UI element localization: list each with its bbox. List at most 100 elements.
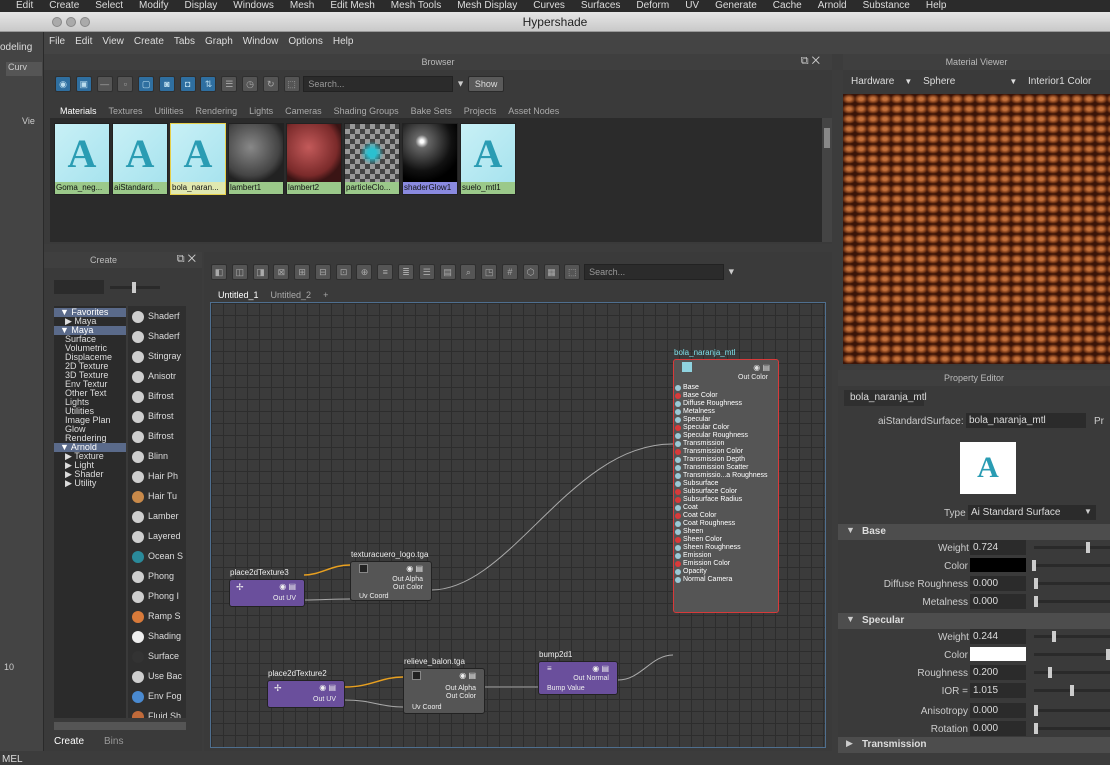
sort-name-icon[interactable]: ⇅ xyxy=(200,76,217,92)
output-connections-icon[interactable]: ◨ xyxy=(252,264,269,280)
create-h-scrollbar[interactable] xyxy=(54,722,186,730)
anisotropy-field[interactable]: 0.000 xyxy=(970,703,1026,718)
menu-create[interactable]: Create xyxy=(129,32,169,51)
create-node-item[interactable]: Ocean S xyxy=(128,546,186,566)
menu-help[interactable]: Help xyxy=(328,32,359,51)
tab-lights[interactable]: Lights xyxy=(243,104,279,118)
rotation-field[interactable]: 0.000 xyxy=(970,721,1026,736)
create-node-item[interactable]: Fluid Sh xyxy=(128,706,186,718)
node-search-input[interactable]: Search... xyxy=(584,264,725,280)
shader-input-port[interactable]: Subsurface xyxy=(674,480,778,488)
main-menu-item[interactable]: Windows xyxy=(233,0,274,11)
remove-selected-icon[interactable]: ⊟ xyxy=(314,264,331,280)
create-node-item[interactable]: Phong xyxy=(128,566,186,586)
main-menu-item[interactable]: Edit xyxy=(16,0,33,11)
ior-slider[interactable] xyxy=(1034,685,1110,696)
create-float-icon[interactable]: ⧉ ✕ xyxy=(177,253,196,266)
shader-input-port[interactable]: Diffuse Roughness xyxy=(674,400,778,408)
tab-bake-sets[interactable]: Bake Sets xyxy=(405,104,458,118)
metalness-field[interactable]: 0.000 xyxy=(970,594,1026,609)
transmission-expand-icon[interactable]: ▶ xyxy=(846,738,853,749)
node-place2dtexture2[interactable]: place2dTexture2 ✢ ◉ ▤ Out UV xyxy=(267,669,345,708)
tab-cameras[interactable]: Cameras xyxy=(279,104,328,118)
sort-time-icon[interactable]: ◷ xyxy=(242,76,259,92)
tab-materials[interactable]: Materials xyxy=(54,104,103,118)
shader-input-port[interactable]: Coat Color xyxy=(674,512,778,520)
main-menu-item[interactable]: Substance xyxy=(863,0,910,11)
material-swatch[interactable]: A Goma_neg... xyxy=(54,123,110,195)
node-graph-canvas[interactable]: bola_naranja_mtl ◉ ▤ Out Color Base Base … xyxy=(210,302,826,748)
out-color-port[interactable]: Out Color xyxy=(446,693,476,700)
connected-mode-icon[interactable]: ≣ xyxy=(398,264,415,280)
zoom-icon[interactable]: ⌕ xyxy=(460,264,477,280)
main-menu-item[interactable]: Cache xyxy=(773,0,802,11)
out-uv-port[interactable]: Out UV xyxy=(273,595,296,602)
tab-bins[interactable]: Bins xyxy=(94,734,133,749)
shader-input-port[interactable]: Specular xyxy=(674,416,778,424)
specular-section-header[interactable]: Specular xyxy=(838,613,1110,629)
node-relieve-balon[interactable]: relieve_balon.tga ◉ ▤ Out Alpha Out Colo… xyxy=(403,657,485,714)
tab-rendering[interactable]: Rendering xyxy=(190,104,244,118)
shader-input-port[interactable]: Subsurface Radius xyxy=(674,496,778,504)
base-section-header[interactable]: Base xyxy=(838,524,1110,540)
add-selected-icon[interactable]: ⊞ xyxy=(294,264,311,280)
diffuse-roughness-field[interactable]: 0.000 xyxy=(970,576,1026,591)
main-menu-item[interactable]: Curves xyxy=(533,0,565,11)
weight-slider[interactable] xyxy=(1034,542,1110,553)
small-icons-icon[interactable]: ▫ xyxy=(117,76,134,92)
main-menu-item[interactable]: Edit Mesh xyxy=(330,0,374,11)
spec-weight-field[interactable]: 0.244 xyxy=(970,629,1026,644)
search-dropdown-icon[interactable]: ▼ xyxy=(456,79,465,89)
create-node-item[interactable]: Use Bac xyxy=(128,666,186,686)
main-menu-item[interactable]: Modify xyxy=(139,0,168,11)
create-node-item[interactable]: Surface xyxy=(128,646,186,666)
environment-select[interactable]: Interior1 Color xyxy=(1028,76,1091,87)
out-uv-port[interactable]: Out UV xyxy=(313,696,336,703)
custom-mode-icon[interactable]: ▤ xyxy=(439,264,456,280)
refresh-icon[interactable]: ↻ xyxy=(262,76,279,92)
filter-icon[interactable]: ⬚ xyxy=(283,76,300,92)
spec-weight-slider[interactable] xyxy=(1034,631,1110,642)
menu-graph[interactable]: Graph xyxy=(200,32,238,51)
material-swatch[interactable]: particleClo... xyxy=(344,123,400,195)
shader-input-port[interactable]: Specular Color xyxy=(674,424,778,432)
roughness-slider[interactable] xyxy=(1034,667,1110,678)
roughness-field[interactable]: 0.200 xyxy=(970,665,1026,680)
create-node-item[interactable]: Anisotr xyxy=(128,366,186,386)
node-mode-icon[interactable]: ◉ ▤ xyxy=(406,564,423,573)
full-mode-icon[interactable]: ☰ xyxy=(418,264,435,280)
menu-tabs[interactable]: Tabs xyxy=(169,32,200,51)
type-dropdown-icon[interactable]: ▼ xyxy=(1084,507,1092,516)
color-slider[interactable] xyxy=(1032,560,1110,571)
shader-input-port[interactable]: Transmission xyxy=(674,440,778,448)
main-menu-item[interactable]: Mesh Tools xyxy=(391,0,441,11)
main-menu-item[interactable]: Arnold xyxy=(818,0,847,11)
material-swatch[interactable]: shaderGlow1 xyxy=(402,123,458,195)
create-tree-item[interactable]: ▶ Utility xyxy=(54,479,126,488)
sort-type-icon[interactable]: ☰ xyxy=(221,76,238,92)
shader-input-port[interactable]: Transmissio...a Roughness xyxy=(674,472,778,480)
create-node-item[interactable]: Shading xyxy=(128,626,186,646)
swatches-icon[interactable]: ▦ xyxy=(543,264,560,280)
main-menu-item[interactable]: Surfaces xyxy=(581,0,620,11)
create-node-item[interactable]: Hair Ph xyxy=(128,466,186,486)
tab-shading-groups[interactable]: Shading Groups xyxy=(328,104,405,118)
create-node-item[interactable]: Shaderf xyxy=(128,306,186,326)
float-panel-icon[interactable]: ⧉ ✕ xyxy=(801,55,820,68)
shader-input-port[interactable]: Base xyxy=(674,384,778,392)
material-swatch[interactable]: lambert2 xyxy=(286,123,342,195)
shader-input-port[interactable]: Metalness xyxy=(674,408,778,416)
on-toggle-icon[interactable]: ◉ xyxy=(55,76,71,92)
tab-utilities[interactable]: Utilities xyxy=(149,104,190,118)
create-node-item[interactable]: Shaderf xyxy=(128,326,186,346)
out-normal-port[interactable]: Out Normal xyxy=(573,675,609,682)
material-swatch[interactable]: Asuelo_mtl1 xyxy=(460,123,516,195)
shader-input-port[interactable]: Emission xyxy=(674,552,778,560)
graph-materials-icon[interactable]: ▣ xyxy=(75,76,92,92)
node-bump2d1[interactable]: bump2d1 ≡ ◉ ▤ Out Normal Bump Value xyxy=(538,650,618,695)
node-place2dtexture3[interactable]: place2dTexture3 ✢ ◉ ▤ Out UV xyxy=(229,568,305,607)
node-mode-icon[interactable]: ◉ ▤ xyxy=(319,683,336,692)
frame-selection-icon[interactable]: ◳ xyxy=(481,264,498,280)
shader-input-port[interactable]: Opacity xyxy=(674,568,778,576)
shader-input-port[interactable]: Transmission Depth xyxy=(674,456,778,464)
